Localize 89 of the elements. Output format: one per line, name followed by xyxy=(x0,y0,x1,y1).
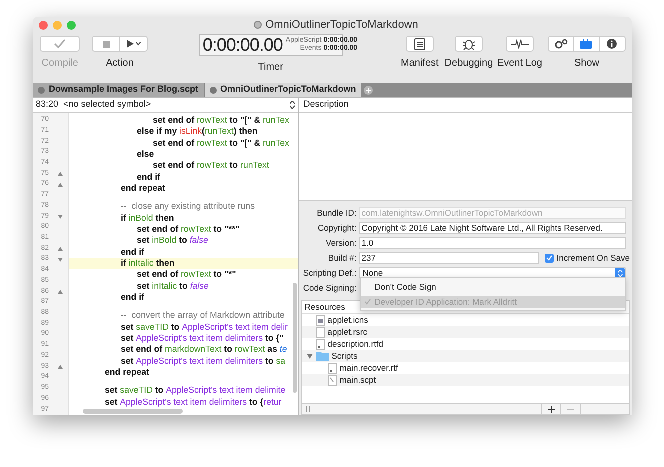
code-line: set end of rowText to "[" & runTex xyxy=(152,138,290,150)
description-header: Description xyxy=(298,98,632,113)
code-line: set AppleScript's text item delimiters to {" xyxy=(120,333,285,344)
close-tab-icon[interactable] xyxy=(210,86,217,94)
fold-up-icon[interactable] xyxy=(58,364,63,369)
fold-down-icon[interactable] xyxy=(58,258,63,262)
close-tab-icon[interactable] xyxy=(38,86,45,94)
text-field[interactable]: 237 xyxy=(358,252,539,264)
code-line: end if xyxy=(120,292,146,304)
toolbar-label: Event Log xyxy=(497,57,542,71)
run-button[interactable] xyxy=(120,36,148,52)
resource-item[interactable]: applet.icns xyxy=(328,314,368,326)
fold-up-icon[interactable] xyxy=(58,246,63,251)
zoom-button[interactable] xyxy=(67,20,76,30)
fold-down-icon[interactable] xyxy=(58,214,63,219)
window-title: OmniOutlinerTopicToMarkdown xyxy=(266,18,418,33)
timer-main: 0:00:00.00 xyxy=(202,36,283,54)
menu-item[interactable]: Don't Code Sign xyxy=(360,280,625,294)
resource-item[interactable]: main.recover.rtf xyxy=(340,362,398,374)
checkbox-label: Increment On Save xyxy=(556,252,630,264)
field-label: Code Signing: xyxy=(302,282,358,294)
toolbox-button[interactable] xyxy=(574,36,600,52)
info-button[interactable] xyxy=(600,36,626,52)
gears-icon xyxy=(554,39,568,49)
code-line: set AppleScript's text item delimiters to sa xyxy=(120,356,287,368)
code-line: set saveTID to AppleScript's text item delimite xyxy=(104,385,287,397)
eventlog-button[interactable] xyxy=(506,36,534,52)
plus-icon xyxy=(548,406,554,412)
checkmark-icon xyxy=(364,299,371,305)
field-label: Build #: xyxy=(327,252,358,264)
resource-item[interactable]: main.scpt xyxy=(340,374,376,386)
add-button[interactable] xyxy=(541,404,561,414)
code-line: end if xyxy=(136,172,162,184)
disclosure-open-icon[interactable] xyxy=(306,354,313,358)
bug-icon xyxy=(462,37,476,51)
waveform-icon xyxy=(510,39,529,49)
checkbox[interactable] xyxy=(544,254,554,262)
document-tab[interactable]: OmniOutlinerTopicToMarkdown xyxy=(204,83,362,97)
resource-item[interactable]: description.rtfd xyxy=(328,338,384,350)
code-line: set inBold to false xyxy=(136,235,210,247)
stop-icon xyxy=(102,40,110,48)
code-line: else xyxy=(136,149,156,160)
code-line: set saveTID to AppleScript's text item delir xyxy=(120,322,289,334)
resource-item[interactable]: applet.rsrc xyxy=(328,326,368,338)
code-line: set end of rowText to runText xyxy=(152,160,270,172)
code-line: set end of markdownText to rowText as te xyxy=(120,344,288,356)
code-line: set AppleScript's text item delimiters to {retur xyxy=(104,396,283,408)
text-field[interactable]: Copyright © 2016 Late Night Software Ltd., All Rights Reserved. xyxy=(358,222,626,234)
field-label: Bundle ID: xyxy=(316,206,358,220)
info-icon xyxy=(607,39,618,49)
add-tab-icon[interactable] xyxy=(364,86,374,94)
toolbar-label: Timer xyxy=(258,61,284,75)
field-label: Copyright: xyxy=(317,222,358,234)
settings-button[interactable] xyxy=(548,36,574,52)
code-line: -- close any existing attribute runs xyxy=(120,201,256,213)
toolbar-label: Action xyxy=(106,57,134,71)
fold-up-icon[interactable] xyxy=(58,172,63,176)
code-line: set end of rowText to "*" xyxy=(136,269,238,281)
code-line: end repeat xyxy=(104,367,150,378)
code-line: set end of rowText to "[" & runTex xyxy=(152,115,290,126)
code-line: end if xyxy=(120,246,146,258)
code-line: else if my isLink(runText) then xyxy=(136,126,259,138)
code-line: set end of rowText to "**" xyxy=(136,224,241,236)
play-icon xyxy=(126,40,134,48)
caret-icon xyxy=(136,42,141,46)
toolbox-icon xyxy=(580,39,592,49)
updown-icon xyxy=(290,101,295,109)
toolbar-label: Show xyxy=(574,57,600,71)
fold-up-icon[interactable] xyxy=(58,182,63,187)
resize-handle-icon[interactable] xyxy=(306,406,310,412)
text-field[interactable]: 1.0 xyxy=(358,237,626,249)
code-line: end repeat xyxy=(120,183,166,194)
toolbar-label: Compile xyxy=(42,57,78,71)
code-line: -- convert the array of Markdown attribute xyxy=(120,310,286,322)
close-button[interactable] xyxy=(39,20,48,30)
manifest-button[interactable] xyxy=(406,36,434,52)
checkmark-icon xyxy=(54,39,66,49)
field-label: Version: xyxy=(325,236,358,250)
code-line: if inBold then xyxy=(120,212,176,224)
document-tab[interactable]: Downsample Images For Blog.scpt xyxy=(33,83,205,97)
clipboard-icon xyxy=(414,37,426,51)
field-label: Scripting Def.: xyxy=(302,266,358,280)
fold-up-icon[interactable] xyxy=(58,290,63,294)
code-line: set inItalic to false xyxy=(136,280,210,292)
minus-icon xyxy=(567,408,574,410)
debugging-button[interactable] xyxy=(454,36,483,52)
toolbar-label: Manifest xyxy=(401,57,439,71)
resource-item[interactable]: Scripts xyxy=(332,350,358,362)
toolbar-label: Debugging xyxy=(444,57,494,71)
